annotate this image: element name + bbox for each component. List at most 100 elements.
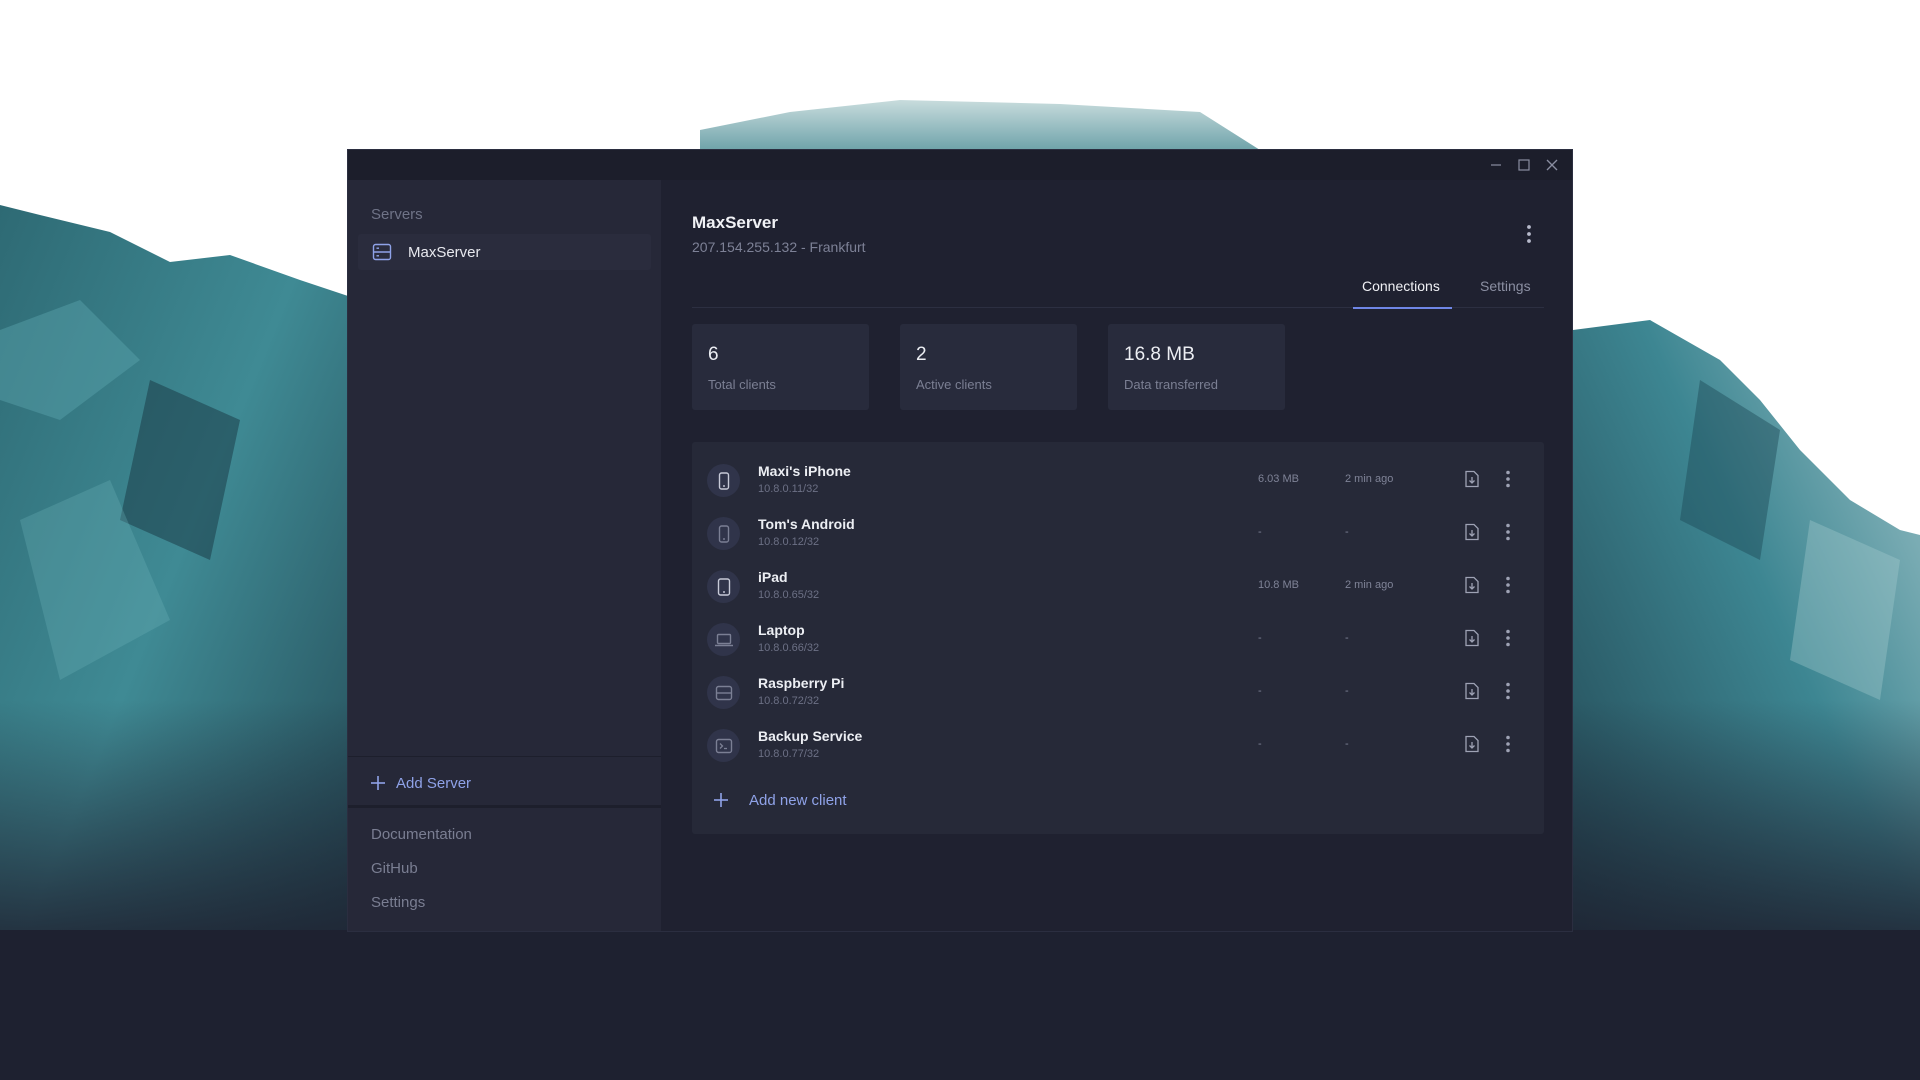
tab-connections[interactable]: Connections <box>1362 278 1440 304</box>
server-address: 207.154.255.132 - Frankfurt <box>692 239 866 255</box>
server-icon <box>371 241 393 263</box>
app-window: Servers MaxServer Add Server Documentati… <box>347 149 1573 932</box>
phone-icon <box>707 464 740 497</box>
client-name: Raspberry Pi <box>758 675 845 691</box>
client-ip: 10.8.0.66/32 <box>758 642 820 654</box>
add-server-button[interactable]: Add Server <box>370 770 471 796</box>
client-menu-button[interactable] <box>1498 732 1518 756</box>
page-title: MaxServer <box>692 213 779 232</box>
client-last-seen: - <box>1345 526 1349 538</box>
client-row[interactable]: Laptop 10.8.0.66/32 - - <box>692 612 1544 665</box>
close-icon <box>1546 159 1558 171</box>
download-config-button[interactable] <box>1460 467 1484 491</box>
client-data: 6.03 MB <box>1258 473 1299 485</box>
client-data: - <box>1258 526 1262 538</box>
client-menu-button[interactable] <box>1498 573 1518 597</box>
tablet-icon <box>707 570 740 603</box>
sidebar-heading: Servers <box>371 206 423 223</box>
client-last-seen: - <box>1345 738 1349 750</box>
settings-link[interactable]: Settings <box>371 894 472 928</box>
download-config-button[interactable] <box>1460 573 1484 597</box>
client-row[interactable]: Raspberry Pi 10.8.0.72/32 - - <box>692 665 1544 718</box>
plus-icon <box>714 793 728 807</box>
minimize-button[interactable] <box>1482 150 1510 180</box>
client-row[interactable]: iPad 10.8.0.65/32 10.8 MB 2 min ago <box>692 559 1544 612</box>
more-vertical-icon <box>1506 523 1510 541</box>
stat-card-total-clients: 6 Total clients <box>692 324 869 410</box>
client-name: Tom's Android <box>758 516 855 532</box>
file-download-icon <box>1465 576 1479 594</box>
more-vertical-icon <box>1506 682 1510 700</box>
maximize-icon <box>1518 159 1530 171</box>
title-bar <box>348 150 1572 180</box>
maximize-button[interactable] <box>1510 150 1538 180</box>
download-config-button[interactable] <box>1460 626 1484 650</box>
client-menu-button[interactable] <box>1498 679 1518 703</box>
stat-label: Total clients <box>708 377 776 392</box>
divider <box>348 805 661 808</box>
client-menu-button[interactable] <box>1498 626 1518 650</box>
client-ip: 10.8.0.72/32 <box>758 695 820 707</box>
download-config-button[interactable] <box>1460 732 1484 756</box>
documentation-link[interactable]: Documentation <box>371 826 472 860</box>
plus-icon <box>371 776 385 790</box>
sidebar: Servers MaxServer Add Server Documentati… <box>348 180 661 931</box>
download-config-button[interactable] <box>1460 679 1484 703</box>
client-row[interactable]: Tom's Android 10.8.0.12/32 - - <box>692 506 1544 559</box>
tab-settings[interactable]: Settings <box>1480 278 1531 304</box>
client-data: - <box>1258 738 1262 750</box>
client-menu-button[interactable] <box>1498 467 1518 491</box>
phone-icon <box>707 517 740 550</box>
active-tab-indicator <box>1353 307 1452 309</box>
clients-list: Maxi's iPhone 10.8.0.11/32 6.03 MB 2 min… <box>692 442 1544 834</box>
github-link[interactable]: GitHub <box>371 860 472 894</box>
client-ip: 10.8.0.12/32 <box>758 536 820 548</box>
more-vertical-icon <box>1506 576 1510 594</box>
file-download-icon <box>1465 682 1479 700</box>
terminal-icon <box>707 729 740 762</box>
client-row[interactable]: Maxi's iPhone 10.8.0.11/32 6.03 MB 2 min… <box>692 453 1544 506</box>
download-config-button[interactable] <box>1460 520 1484 544</box>
sidebar-item-maxserver[interactable]: MaxServer <box>358 234 651 270</box>
client-name: Backup Service <box>758 728 863 744</box>
file-download-icon <box>1465 735 1479 753</box>
server-icon <box>707 676 740 709</box>
client-data: 10.8 MB <box>1258 579 1299 591</box>
more-vertical-icon <box>1506 629 1510 647</box>
more-vertical-icon <box>1527 225 1531 243</box>
divider <box>348 756 661 757</box>
client-row[interactable]: Backup Service 10.8.0.77/32 - - <box>692 718 1544 771</box>
tab-bar: Connections Settings <box>692 264 1544 309</box>
client-ip: 10.8.0.65/32 <box>758 589 820 601</box>
server-menu-button[interactable] <box>1519 220 1539 248</box>
sidebar-item-label: MaxServer <box>408 243 481 261</box>
client-menu-button[interactable] <box>1498 520 1518 544</box>
stat-card-active-clients: 2 Active clients <box>900 324 1077 410</box>
sidebar-footer-links: Documentation GitHub Settings <box>371 826 472 928</box>
stat-value: 16.8 MB <box>1124 344 1195 365</box>
file-download-icon <box>1465 523 1479 541</box>
client-ip: 10.8.0.77/32 <box>758 748 820 760</box>
main-content: MaxServer 207.154.255.132 - Frankfurt Co… <box>661 180 1572 931</box>
stat-label: Active clients <box>916 377 992 392</box>
more-vertical-icon <box>1506 470 1510 488</box>
stat-value: 6 <box>708 344 719 365</box>
client-name: iPad <box>758 569 788 585</box>
stat-label: Data transferred <box>1124 377 1218 392</box>
stat-value: 2 <box>916 344 927 365</box>
close-button[interactable] <box>1538 150 1566 180</box>
laptop-icon <box>707 623 740 656</box>
client-ip: 10.8.0.11/32 <box>758 483 819 495</box>
client-name: Maxi's iPhone <box>758 463 851 479</box>
client-last-seen: - <box>1345 632 1349 644</box>
file-download-icon <box>1465 470 1479 488</box>
client-data: - <box>1258 685 1262 697</box>
client-name: Laptop <box>758 622 805 638</box>
minimize-icon <box>1491 164 1501 166</box>
window-controls <box>1482 150 1566 180</box>
add-server-label: Add Server <box>396 774 472 792</box>
client-data: - <box>1258 632 1262 644</box>
add-client-button[interactable]: Add new client <box>713 788 847 812</box>
more-vertical-icon <box>1506 735 1510 753</box>
stat-card-data-transferred: 16.8 MB Data transferred <box>1108 324 1285 410</box>
